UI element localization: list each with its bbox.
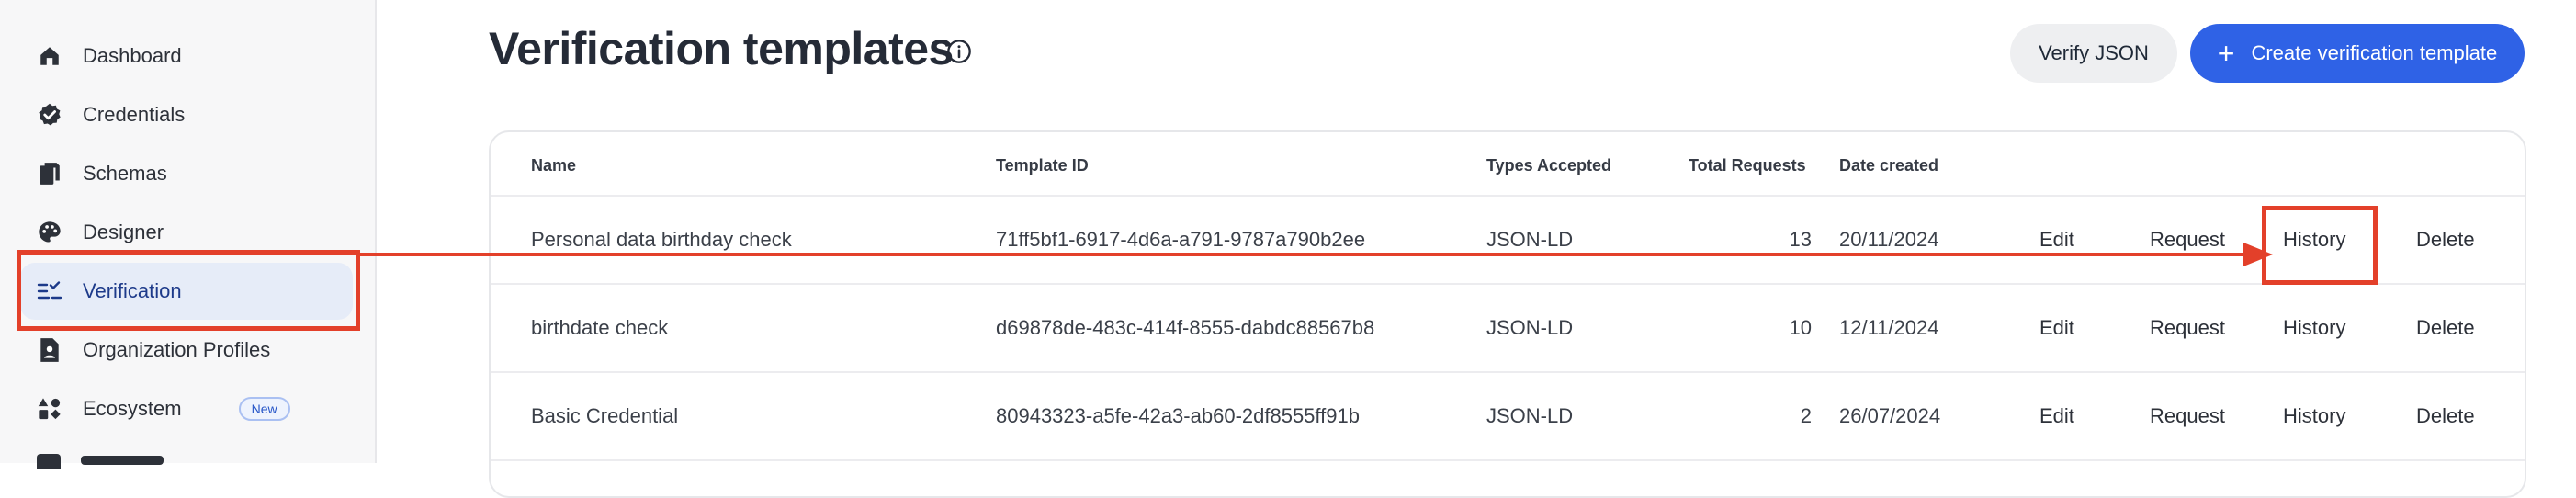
row-divider (491, 195, 2525, 197)
column-header-total-requests: Total Requests (1689, 156, 1806, 175)
total-requests: 2 (1800, 404, 1812, 427)
page-title: Verification templates (489, 23, 954, 74)
request-button[interactable]: Request (2150, 404, 2225, 428)
types-accepted: JSON-LD (1486, 228, 1574, 251)
template-name: birthdate check (531, 316, 669, 339)
row-divider (491, 371, 2525, 373)
verify-json-button[interactable]: Verify JSON (2010, 24, 2177, 83)
documents-icon (35, 159, 64, 188)
new-badge: New (238, 397, 290, 421)
request-button[interactable]: Request (2150, 316, 2225, 340)
sidebar-item-credentials[interactable]: Credentials (20, 86, 353, 143)
template-id: 80943323-a5fe-42a3-ab60-2df8555ff91b (996, 404, 1360, 427)
template-id: 71ff5bf1-6917-4d6a-a791-9787a790b2ee (996, 228, 1366, 251)
sidebar: Dashboard Credentials Schemas Designer V… (0, 0, 377, 469)
sidebar-item-partial (37, 447, 312, 469)
sidebar-item-label: Designer (83, 221, 164, 243)
sidebar-item-label: Organization Profiles (83, 338, 271, 361)
date-created: 26/07/2024 (1839, 404, 1941, 427)
column-header-date-created: Date created (1839, 156, 1939, 175)
annotation-highlight-verification (17, 250, 360, 331)
total-requests: 13 (1789, 228, 1812, 251)
template-id: d69878de-483c-414f-8555-dabdc88567b8 (996, 316, 1375, 339)
palette-icon (35, 218, 64, 247)
column-header-template-id: Template ID (996, 156, 1089, 175)
sidebar-item-dashboard[interactable]: Dashboard (20, 28, 353, 85)
total-requests: 10 (1789, 316, 1812, 339)
types-accepted: JSON-LD (1486, 404, 1574, 427)
annotation-highlight-history (2262, 206, 2378, 285)
template-name: Personal data birthday check (531, 228, 792, 251)
row-divider (491, 283, 2525, 285)
delete-button[interactable]: Delete (2416, 404, 2475, 428)
plus-icon: + (2217, 37, 2235, 70)
templates-table (489, 130, 2526, 498)
date-created: 12/11/2024 (1839, 316, 1939, 339)
delete-button[interactable]: Delete (2416, 228, 2475, 252)
history-button[interactable]: History (2283, 404, 2345, 428)
edit-button[interactable]: Edit (2039, 228, 2074, 252)
sidebar-item-label: Ecosystem (83, 397, 182, 420)
edit-button[interactable]: Edit (2039, 404, 2074, 428)
date-created: 20/11/2024 (1839, 228, 1939, 251)
template-name: Basic Credential (531, 404, 679, 427)
request-button[interactable]: Request (2150, 228, 2225, 252)
id-document-icon (35, 335, 64, 365)
info-icon[interactable] (946, 39, 972, 69)
badge-check-icon (35, 100, 64, 130)
types-accepted: JSON-LD (1486, 316, 1574, 339)
column-header-name: Name (531, 156, 577, 175)
row-divider (491, 459, 2525, 461)
sidebar-item-label: Credentials (83, 103, 186, 126)
sidebar-item-label: Dashboard (83, 44, 182, 67)
home-icon (35, 41, 64, 71)
create-verification-template-button[interactable]: + Create verification template (2190, 24, 2525, 83)
delete-button[interactable]: Delete (2416, 316, 2475, 340)
sidebar-item-ecosystem[interactable]: Ecosystem New (20, 380, 353, 437)
edit-button[interactable]: Edit (2039, 316, 2074, 340)
column-header-types-accepted: Types Accepted (1486, 156, 1612, 175)
sidebar-item-label: Schemas (83, 162, 167, 185)
sidebar-item-schemas[interactable]: Schemas (20, 145, 353, 202)
annotation-arrow-line (360, 253, 2267, 256)
history-button[interactable]: History (2283, 316, 2345, 340)
shapes-icon (35, 394, 64, 424)
create-button-label: Create verification template (2251, 41, 2498, 64)
